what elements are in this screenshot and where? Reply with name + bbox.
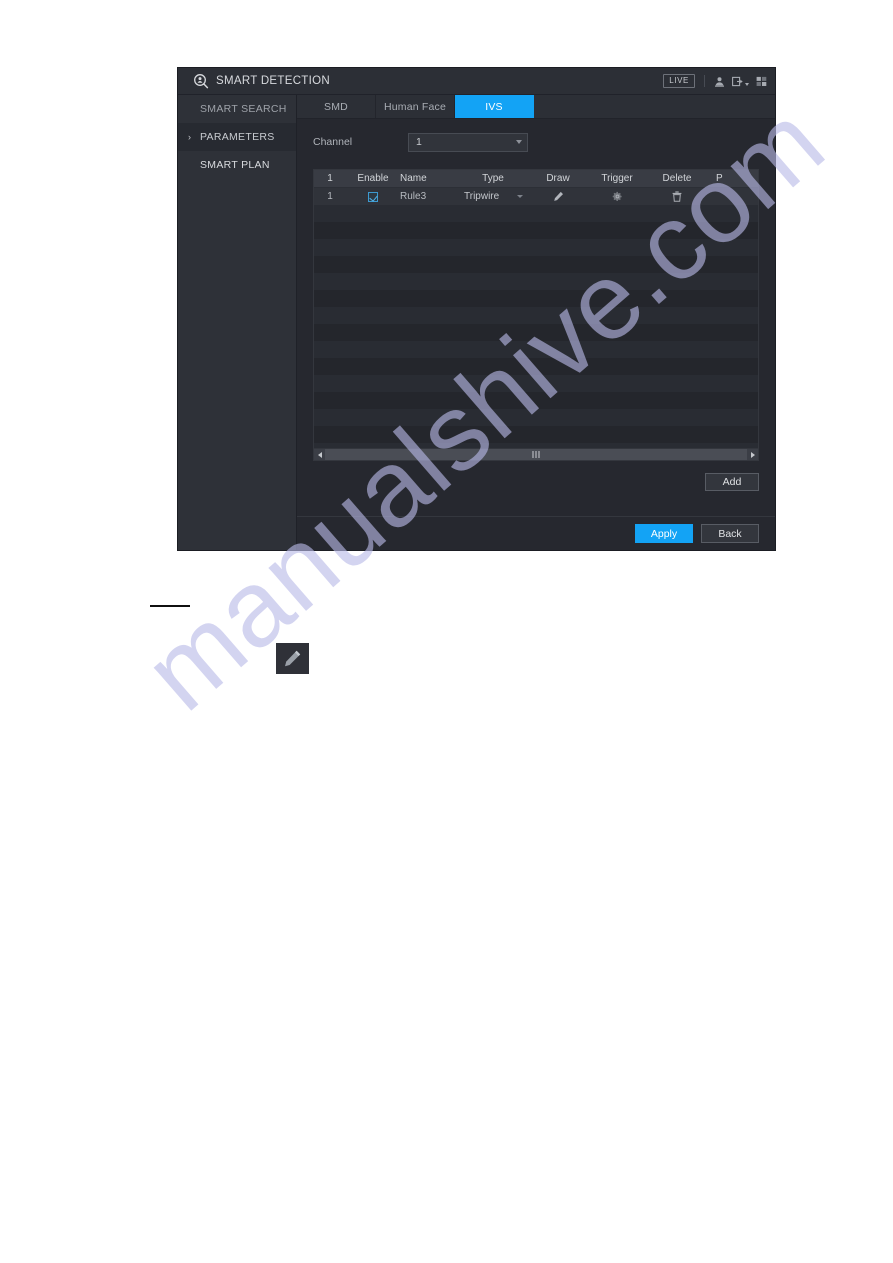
table-row-empty [314, 409, 758, 426]
pencil-icon [283, 649, 302, 668]
table-row[interactable]: 1 Rule3 Tripwire [314, 188, 758, 205]
channel-field-row: Channel 1 [313, 131, 759, 153]
horizontal-scrollbar[interactable] [314, 448, 758, 460]
row-name: Rule3 [400, 191, 427, 202]
table-row-empty [314, 392, 758, 409]
add-button[interactable]: Add [705, 473, 759, 491]
user-icon[interactable] [714, 76, 725, 87]
sidebar-item-label: SMART SEARCH [200, 103, 287, 115]
tab-human-face[interactable]: Human Face [376, 95, 455, 118]
table-row-empty [314, 256, 758, 273]
row-draw-button[interactable] [530, 191, 586, 202]
sidebar-item-smart-search[interactable]: SMART SEARCH [178, 95, 296, 123]
sidebar: SMART SEARCH › PARAMETERS SMART PLAN [178, 95, 297, 550]
pencil-icon-chip [276, 643, 309, 674]
sidebar-item-smart-plan[interactable]: SMART PLAN [178, 151, 296, 179]
scroll-right-arrow-icon[interactable] [747, 449, 758, 460]
section-underline [150, 605, 190, 607]
dialog-body: SMART SEARCH › PARAMETERS SMART PLAN SMD… [178, 95, 775, 550]
table-row-empty [314, 307, 758, 324]
table-row-empty [314, 239, 758, 256]
dialog-title: SMART DETECTION [216, 75, 330, 87]
column-header-delete: Delete [662, 173, 692, 184]
logout-icon[interactable] [732, 76, 749, 87]
channel-value: 1 [416, 136, 422, 148]
back-button[interactable]: Back [701, 524, 759, 543]
add-button-row: Add [313, 461, 759, 516]
apply-button[interactable]: Apply [635, 524, 693, 543]
column-header-enable: Enable [357, 173, 389, 184]
tab-bar-filler [534, 95, 775, 118]
table-row-empty [314, 341, 758, 358]
column-header-name: Name [400, 173, 427, 184]
dialog-titlebar: SMART DETECTION LIVE [178, 68, 775, 95]
table-row-empty [314, 358, 758, 375]
smart-detection-dialog: SMART DETECTION LIVE SMART SEARCH › PARA… [178, 68, 775, 550]
column-header-p: P [716, 173, 723, 184]
row-enable-checkbox[interactable] [346, 191, 400, 202]
row-trigger-button[interactable] [586, 191, 648, 202]
table-row-empty [314, 375, 758, 392]
chevron-down-icon [517, 195, 523, 198]
table-row-empty [314, 290, 758, 307]
chevron-right-icon: › [188, 131, 192, 142]
live-badge: LIVE [663, 74, 695, 88]
table-header-row: 1 Enable Name Type Draw Trigger Delete P [314, 170, 758, 188]
row-type-value: Tripwire [464, 191, 500, 202]
chevron-down-icon [745, 82, 749, 86]
ivs-pane: Channel 1 1 Enable Name Type Draw Trigge… [297, 119, 775, 516]
smart-detection-icon [192, 73, 209, 90]
scrollbar-track[interactable] [325, 449, 747, 460]
tab-bar: SMD Human Face IVS [297, 95, 775, 119]
column-header-trigger: Trigger [601, 173, 633, 184]
column-header-draw: Draw [546, 173, 570, 184]
tab-label: SMD [324, 100, 348, 113]
channel-select[interactable]: 1 [408, 132, 528, 152]
chevron-down-icon [516, 140, 522, 144]
tab-label: Human Face [383, 100, 447, 113]
gear-icon [612, 191, 623, 202]
column-header-index: 1 [327, 173, 333, 184]
channel-label: Channel [313, 136, 353, 148]
content-area: SMD Human Face IVS Channel 1 1 Enable Na… [297, 95, 775, 550]
dialog-footer: Apply Back [297, 516, 775, 550]
scrollbar-grip[interactable] [532, 451, 540, 458]
tab-smd[interactable]: SMD [297, 95, 376, 118]
column-header-type: Type [482, 173, 504, 184]
table-body: 1 Rule3 Tripwire [314, 188, 758, 448]
row-delete-button[interactable] [648, 191, 706, 202]
sidebar-item-parameters[interactable]: › PARAMETERS [178, 123, 296, 151]
sidebar-item-label: PARAMETERS [200, 131, 275, 143]
rules-table: 1 Enable Name Type Draw Trigger Delete P… [313, 169, 759, 461]
table-row-empty [314, 426, 758, 443]
titlebar-actions: LIVE [663, 74, 767, 88]
checkbox-checked-icon [368, 191, 378, 202]
table-row-empty [314, 273, 758, 290]
trash-icon [672, 191, 682, 202]
titlebar-divider [704, 75, 705, 87]
sidebar-item-label: SMART PLAN [200, 159, 270, 171]
tab-ivs[interactable]: IVS [455, 95, 534, 118]
pencil-icon [553, 191, 564, 202]
tab-label: IVS [485, 100, 503, 113]
table-row-empty [314, 222, 758, 239]
layout-grid-icon[interactable] [756, 76, 767, 87]
table-row-empty [314, 205, 758, 222]
table-row-empty [314, 324, 758, 341]
row-index: 1 [327, 191, 333, 202]
row-type-select[interactable]: Tripwire [456, 191, 530, 202]
scroll-left-arrow-icon[interactable] [314, 449, 325, 460]
